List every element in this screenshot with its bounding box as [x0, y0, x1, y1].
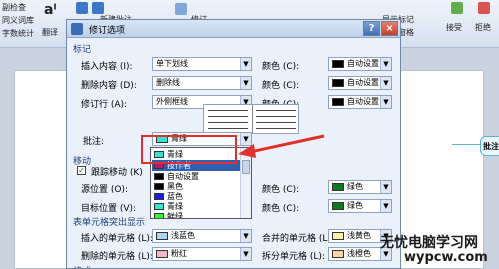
deleted-cells-label: 删除的单元格 (L):	[81, 252, 153, 262]
track-moves-label: 跟踪移动 (K)	[91, 168, 143, 178]
deletions-color-select[interactable]: 自动设置 ▼	[328, 76, 392, 90]
comments-label: 批注:	[83, 137, 105, 147]
watermark-title: 无忧电脑学习网	[380, 235, 478, 251]
changed-lines-label: 修订行 (A):	[81, 100, 128, 110]
changed-lines-value: 外侧框线	[156, 97, 188, 106]
ribbon-item-thesaurus[interactable]: 同义词库	[2, 15, 34, 26]
merged-cells-value: 浅黄色	[347, 231, 371, 240]
color-swatch	[332, 249, 344, 258]
ribbon-reject[interactable]: 拒绝	[475, 22, 491, 33]
help-button[interactable]: ?	[363, 21, 380, 36]
comment-connector	[452, 144, 482, 145]
inserted-cells-select[interactable]: 浅蓝色 ▼	[152, 229, 252, 243]
chevron-down-icon: ▼	[380, 58, 391, 70]
chevron-down-icon: ▼	[380, 77, 391, 89]
dropdown-item-label: 黑色	[167, 182, 183, 191]
deleted-cells-select[interactable]: 粉红 ▼	[152, 247, 252, 261]
deletions-value: 删除线	[156, 78, 180, 87]
dropdown-item-label: 青绿	[167, 202, 183, 211]
dropdown-item-label: 蓝色	[167, 192, 183, 201]
color-swatch	[156, 249, 168, 258]
color-swatch	[332, 231, 344, 240]
annotation-arrow-icon	[238, 134, 325, 158]
color-swatch	[154, 213, 164, 218]
dropdown-item-label: 自动设置	[167, 172, 199, 181]
ribbon-item-spell[interactable]: 副检查	[2, 2, 26, 13]
insertions-select[interactable]: 单下划线 ▼	[152, 57, 252, 71]
chevron-down-icon: ▼	[380, 200, 391, 212]
color-swatch	[332, 182, 344, 191]
section-formatting: 格式	[73, 264, 91, 268]
inserted-cells-label: 插入的单元格 (L):	[81, 234, 153, 244]
inserted-cells-value: 浅蓝色	[171, 231, 195, 240]
color-swatch	[332, 59, 344, 68]
color-swatch	[332, 97, 344, 106]
dialog-title: 修订选项	[89, 26, 126, 36]
reject-icon	[478, 2, 490, 14]
ribbon-item-wordcount[interactable]: 字数统计	[2, 28, 34, 39]
ribbon-accept[interactable]: 接受	[446, 22, 462, 33]
moved-from-color-value: 绿色	[347, 182, 363, 191]
comment-icon	[175, 3, 187, 15]
changed-lines-color-select[interactable]: 自动设置 ▼	[328, 95, 392, 109]
dropdown-item-label: 鲜绿	[167, 212, 183, 219]
merged-cells-label: 合并的单元格 (L):	[262, 234, 334, 244]
insertions-color-label: 颜色 (C):	[262, 62, 300, 72]
comment-bubble[interactable]: 批注	[480, 136, 499, 156]
chevron-down-icon: ▼	[240, 230, 251, 242]
split-cells-value: 浅橙色	[347, 249, 371, 258]
color-swatch	[156, 231, 168, 240]
deleted-cells-value: 粉红	[171, 249, 187, 258]
scrollbar-thumb[interactable]	[242, 160, 250, 174]
section-table-highlight: 表单元格突出显示	[73, 218, 146, 228]
color-swatch	[332, 201, 344, 210]
insertions-label: 插入内容 (I):	[81, 62, 133, 72]
dropdown-item[interactable]: 鲜绿	[152, 211, 240, 219]
color-swatch	[154, 173, 164, 180]
ribbon-translate[interactable]: 翻译	[42, 27, 58, 38]
chevron-down-icon: ▼	[240, 248, 251, 260]
word-app-icon	[71, 23, 83, 35]
moved-from-color-select[interactable]: 绿色 ▼	[328, 180, 392, 194]
close-button[interactable]: ×	[381, 21, 398, 36]
watermark-url: wypcw.com	[404, 250, 488, 265]
moved-from-color-label: 颜色 (C):	[262, 185, 300, 195]
section-markup: 标记	[73, 45, 92, 55]
chevron-down-icon: ▼	[380, 181, 391, 193]
color-swatch	[154, 203, 164, 210]
chevron-down-icon: ▼	[380, 96, 391, 108]
track-moves-checkbox[interactable]: ✓	[77, 166, 86, 175]
moved-to-color-value: 绿色	[347, 201, 363, 210]
chevron-down-icon: ▼	[240, 58, 251, 70]
deletions-color-value: 自动设置	[347, 78, 379, 87]
color-swatch	[154, 183, 164, 190]
changed-lines-color-value: 自动设置	[347, 97, 379, 106]
moved-to-color-select[interactable]: 绿色 ▼	[328, 199, 392, 213]
translate-arrow-icon	[92, 2, 104, 14]
moved-to-label: 目标位置 (V):	[81, 204, 137, 214]
moved-to-color-label: 颜色 (C):	[262, 204, 300, 214]
chevron-down-icon: ▼	[240, 77, 251, 89]
translate-icon: aˡ	[44, 2, 57, 18]
deletions-select[interactable]: 删除线 ▼	[152, 76, 252, 90]
split-cells-label: 拆分单元格 (L):	[262, 252, 325, 262]
insertions-value: 单下划线	[156, 59, 188, 68]
accept-icon	[451, 2, 463, 14]
moved-from-label: 源位置 (O):	[81, 185, 128, 195]
color-swatch	[154, 193, 164, 200]
color-swatch	[332, 78, 344, 87]
deletions-color-label: 颜色 (C):	[262, 81, 300, 91]
insertions-color-select[interactable]: 自动设置 ▼	[328, 57, 392, 71]
insertions-color-value: 自动设置	[347, 59, 379, 68]
translate-blue-icon	[76, 2, 88, 14]
dialog-titlebar[interactable]: 修订选项 ? ×	[67, 20, 400, 38]
deletions-label: 删除内容 (D):	[81, 81, 137, 91]
annotation-highlight-box	[141, 135, 237, 164]
dropdown-scrollbar[interactable]	[240, 148, 251, 218]
